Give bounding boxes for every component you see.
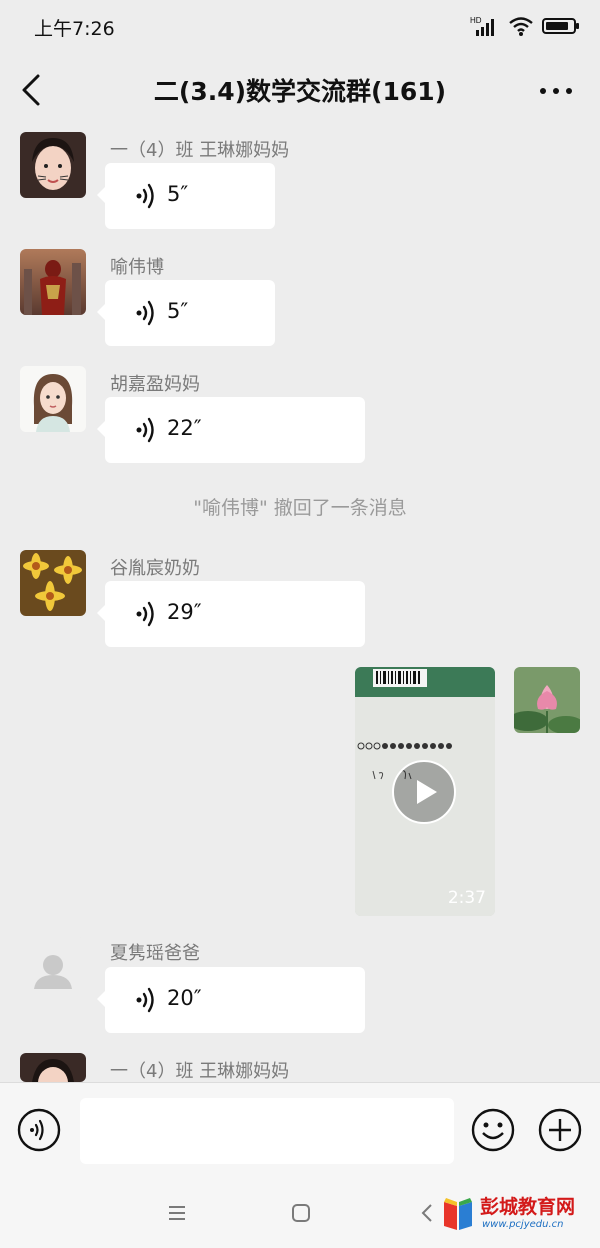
voice-input-icon xyxy=(17,1108,61,1152)
voice-duration: 5″ xyxy=(167,299,189,323)
video-duration: 2:37 xyxy=(447,888,486,908)
voice-input-button[interactable] xyxy=(17,1108,61,1152)
avatar[interactable] xyxy=(20,550,86,616)
watermark-name: 彭城教育网 xyxy=(480,1196,576,1218)
emoji-button[interactable] xyxy=(471,1108,515,1152)
sender-name: 夏隽瑶爸爸 xyxy=(110,943,200,964)
voice-duration: 20″ xyxy=(167,986,202,1010)
chat-header: 二(3.4)数学交流群(161) xyxy=(0,52,600,128)
menu-icon xyxy=(169,1206,185,1220)
video-message[interactable]: 2:37 xyxy=(355,667,495,916)
sender-name: 胡嘉盈妈妈 xyxy=(110,374,200,395)
chat-title: 二(3.4)数学交流群(161) xyxy=(153,77,447,106)
sender-name: 一（4）班 王琳娜妈妈 xyxy=(110,1061,290,1082)
home-icon xyxy=(292,1204,310,1222)
plus-icon xyxy=(538,1108,582,1152)
home-button[interactable] xyxy=(289,1201,313,1225)
default-avatar-icon xyxy=(34,955,72,989)
recents-icon xyxy=(421,1204,432,1222)
voice-icon xyxy=(136,183,154,209)
sender-name: 喻伟博 xyxy=(110,257,164,278)
voice-duration: 5″ xyxy=(167,182,189,206)
voice-icon xyxy=(136,300,154,326)
plus-button[interactable] xyxy=(538,1108,582,1152)
voice-duration: 29″ xyxy=(167,600,202,624)
back-icon xyxy=(22,74,40,106)
self-avatar[interactable] xyxy=(514,667,580,733)
watermark-url: www.pcjyedu.cn xyxy=(482,1219,564,1230)
watermark: 彭城教育网 www.pcjyedu.cn xyxy=(440,1192,590,1236)
input-bar xyxy=(0,1082,600,1179)
sender-name: 谷胤宸奶奶 xyxy=(110,558,200,579)
avatar[interactable] xyxy=(20,366,86,432)
voice-icon xyxy=(136,601,154,627)
recall-notice: "喻伟博" 撤回了一条消息 xyxy=(193,497,407,519)
voice-icon xyxy=(136,987,154,1013)
sender-name: 一（4）班 王琳娜妈妈 xyxy=(110,140,290,161)
avatar[interactable] xyxy=(20,937,86,1003)
system-nav-bar: 彭城教育网 www.pcjyedu.cn xyxy=(0,1178,600,1248)
emoji-icon xyxy=(471,1108,515,1152)
play-icon xyxy=(417,780,437,804)
voice-icon xyxy=(136,417,154,443)
back-nav-button[interactable] xyxy=(415,1201,439,1225)
battery-icon xyxy=(542,18,579,34)
avatar[interactable] xyxy=(20,132,86,198)
network-label: HD xyxy=(470,16,482,25)
message-input[interactable] xyxy=(80,1098,454,1164)
avatar[interactable] xyxy=(20,249,86,315)
wifi-icon xyxy=(509,17,533,36)
more-button[interactable] xyxy=(536,74,576,106)
menu-button[interactable] xyxy=(165,1201,189,1225)
status-bar: 上午7:26 HD xyxy=(0,0,600,52)
play-button[interactable] xyxy=(392,760,456,824)
status-time: 上午7:26 xyxy=(34,18,115,40)
voice-message[interactable]: 29″ xyxy=(97,581,365,647)
voice-message[interactable]: 5″ xyxy=(97,163,275,229)
voice-message[interactable]: 22″ xyxy=(97,397,365,463)
back-button[interactable] xyxy=(16,70,52,110)
book-logo-icon xyxy=(444,1198,472,1230)
status-icons: HD xyxy=(470,14,580,38)
voice-message[interactable]: 20″ xyxy=(97,967,365,1033)
voice-message[interactable]: 5″ xyxy=(97,280,275,346)
signal-icon: HD xyxy=(470,16,494,36)
avatar[interactable] xyxy=(20,1053,86,1082)
voice-duration: 22″ xyxy=(167,416,202,440)
